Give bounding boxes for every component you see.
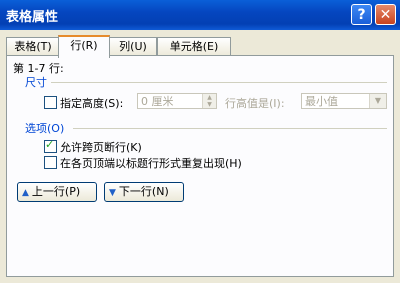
row-height-is-select[interactable]: 最小值 ▼ <box>301 93 387 109</box>
allow-break-checkbox[interactable] <box>44 138 57 153</box>
close-button[interactable]: ✕ <box>375 4 396 25</box>
tab-cell[interactable]: 单元格(E) <box>157 37 231 56</box>
size-divider <box>51 82 387 83</box>
next-row-button[interactable]: ▼ 下一行(N) <box>104 182 184 202</box>
allow-break-label: 允许跨页断行(K) <box>60 141 142 154</box>
help-button[interactable]: ? <box>351 4 372 25</box>
tab-table[interactable]: 表格(T) <box>6 37 60 56</box>
row-height-is-label: 行高值是(I): <box>225 97 285 110</box>
size-section-label: 尺寸 <box>25 76 47 89</box>
height-spinner[interactable]: ▲ ▼ <box>202 94 216 108</box>
options-divider <box>73 128 387 129</box>
options-section-label: 选项(O) <box>25 122 65 135</box>
chevron-down-icon[interactable]: ▼ <box>369 94 386 108</box>
specify-height-label: 指定高度(S): <box>60 97 124 110</box>
arrow-up-icon: ▲ <box>22 188 29 198</box>
repeat-header-checkbox[interactable] <box>44 156 57 169</box>
tab-column[interactable]: 列(U) <box>109 37 157 56</box>
height-value: 0 厘米 <box>141 95 174 108</box>
previous-row-label: 上一行(P) <box>31 185 81 198</box>
next-row-label: 下一行(N) <box>118 185 169 198</box>
row-height-is-value: 最小值 <box>305 95 338 108</box>
height-input[interactable]: 0 厘米 ▲ ▼ <box>137 93 217 109</box>
spin-down-icon[interactable]: ▼ <box>203 101 216 108</box>
spin-up-icon[interactable]: ▲ <box>203 94 216 101</box>
arrow-down-icon: ▼ <box>109 188 116 198</box>
repeat-header-label: 在各页顶端以标题行形式重复出现(H) <box>60 157 242 170</box>
title-bar: 表格属性 ? ✕ <box>0 0 400 30</box>
row-tab-panel: 第 1-7 行: 尺寸 指定高度(S): 0 厘米 ▲ ▼ 行高值是(I): 最… <box>6 55 394 277</box>
specify-height-checkbox[interactable] <box>44 96 57 109</box>
previous-row-button[interactable]: ▲ 上一行(P) <box>17 182 97 202</box>
tab-row[interactable]: 行(R) <box>58 35 110 58</box>
window-title: 表格属性 <box>6 10 59 25</box>
